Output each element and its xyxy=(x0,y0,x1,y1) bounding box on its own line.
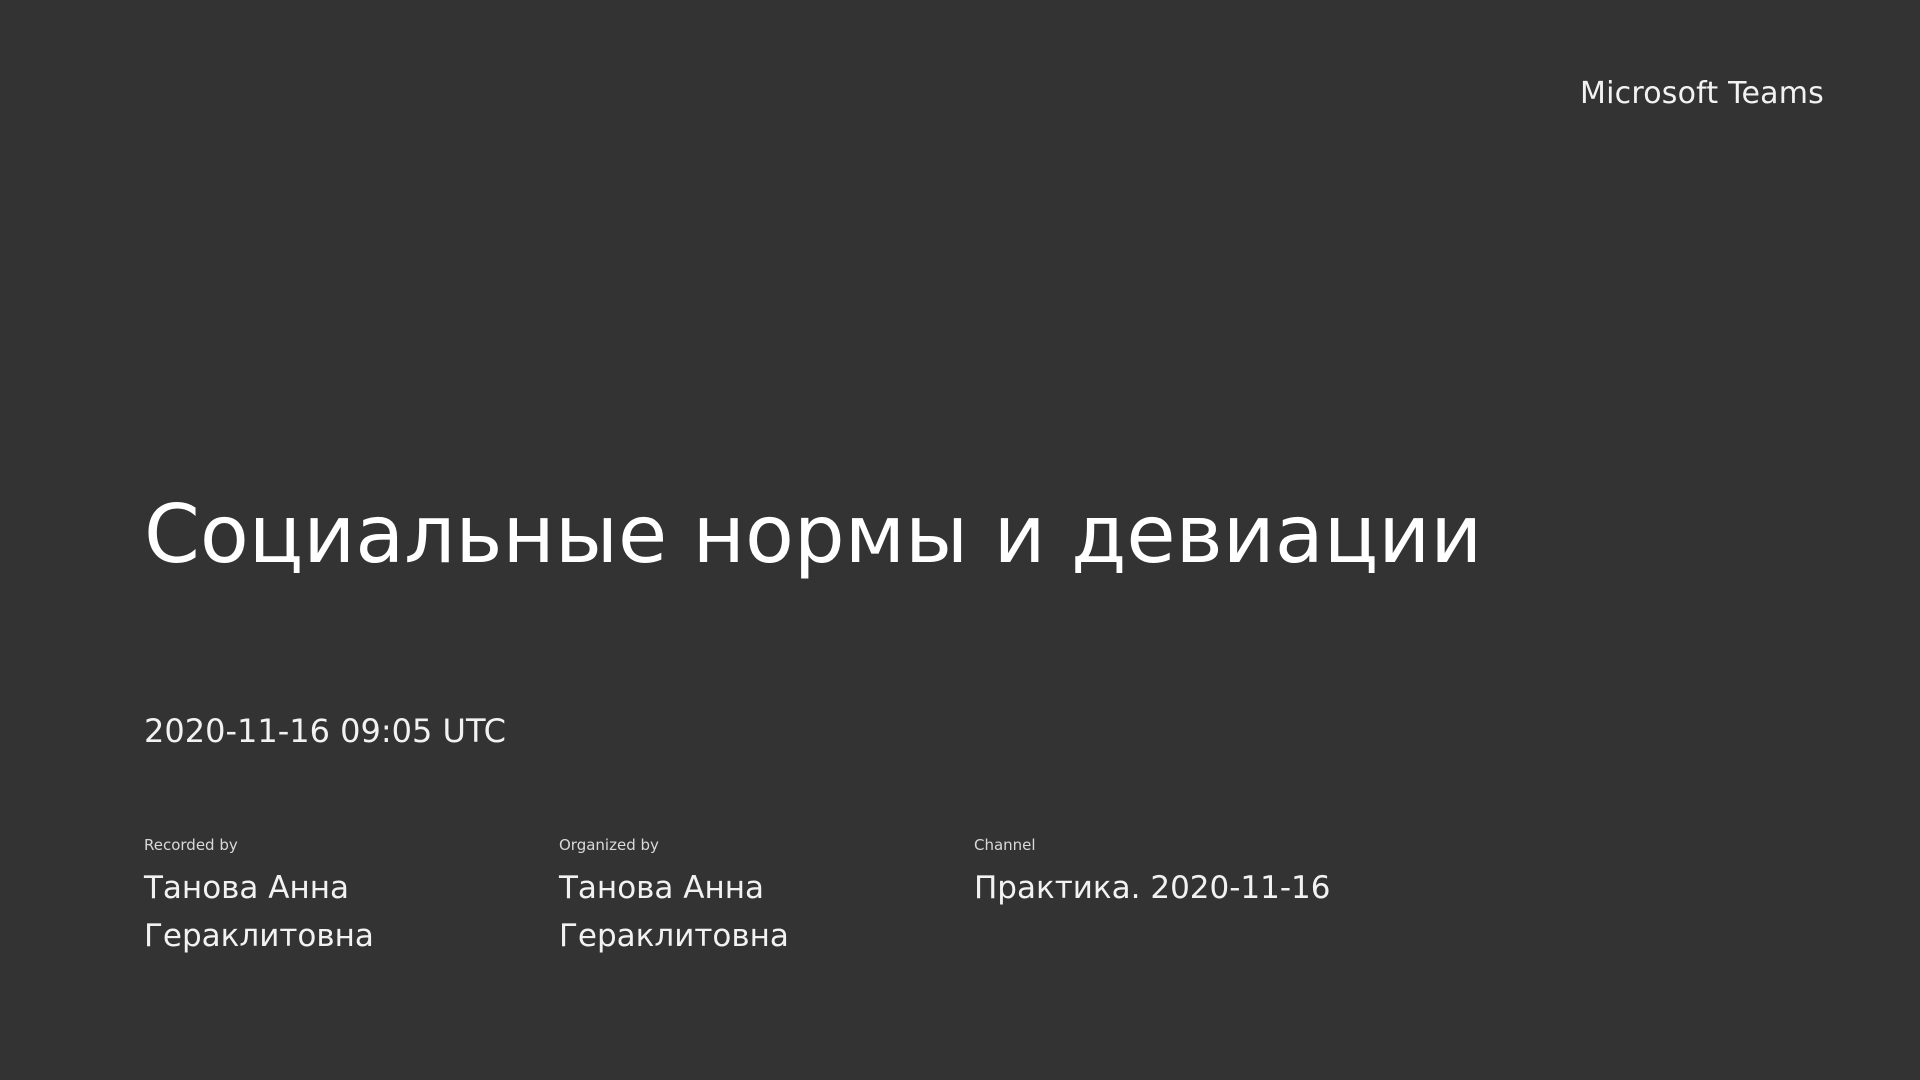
app-brand-label: Microsoft Teams xyxy=(1580,76,1824,111)
organized-by-value: Танова Анна Гераклитовна xyxy=(559,870,789,954)
organized-by-label: Organized by xyxy=(559,836,659,854)
channel-label: Channel xyxy=(974,836,1036,854)
channel-value: Практика. 2020-11-16 xyxy=(974,870,1331,906)
channel-section: Channel Практика. 2020-11-16 xyxy=(974,834,1389,960)
recorded-by-label: Recorded by xyxy=(144,836,238,854)
meeting-datetime: 2020-11-16 09:05 UTC xyxy=(144,712,506,750)
organized-by-section: Organized by Танова Анна Гераклитовна xyxy=(559,834,974,960)
meeting-details: Recorded by Танова Анна Гераклитовна Org… xyxy=(144,834,1389,960)
recorded-by-section: Recorded by Танова Анна Гераклитовна xyxy=(144,834,559,960)
meeting-title: Социальные нормы и девиации xyxy=(144,488,1483,581)
recording-title-card: Microsoft Teams Социальные нормы и девиа… xyxy=(0,0,1920,1080)
recorded-by-value: Танова Анна Гераклитовна xyxy=(144,870,374,954)
